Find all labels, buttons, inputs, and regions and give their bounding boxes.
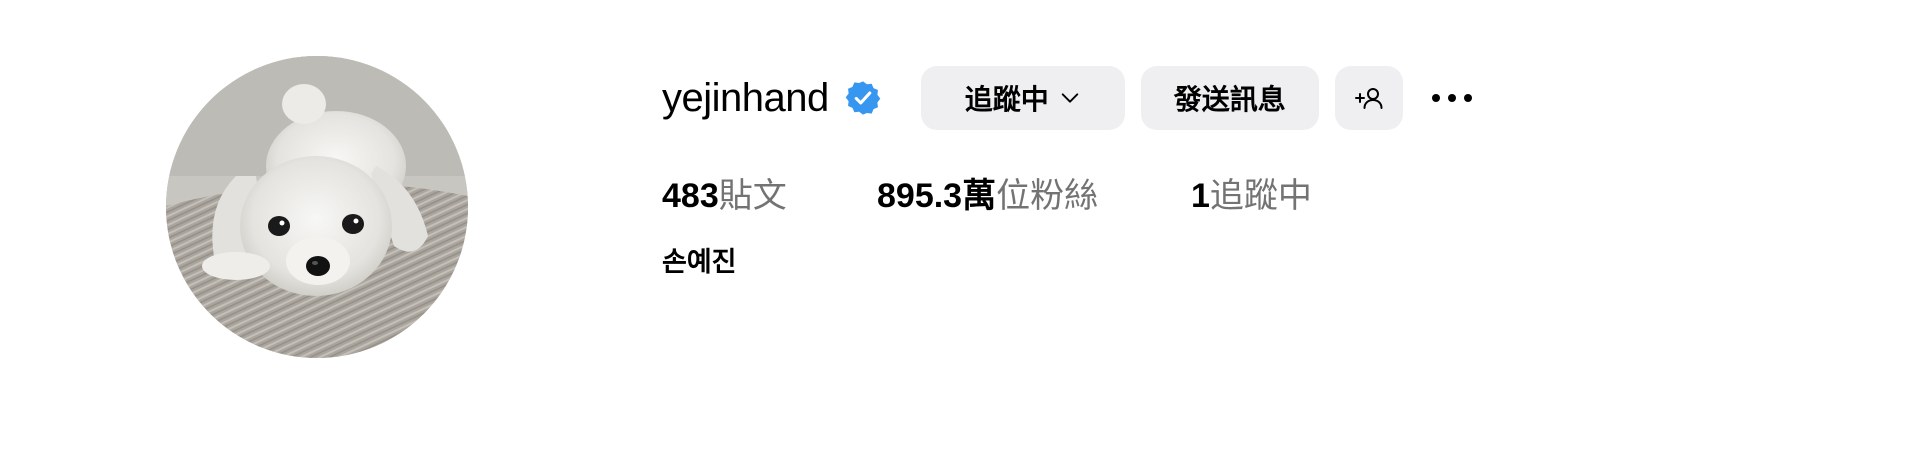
posts-count: 483 xyxy=(662,176,719,215)
profile-header-row: yejinhand 追蹤中 發送訊息 xyxy=(662,66,1475,130)
followers-count: 895.3萬 xyxy=(877,176,997,215)
profile-info: yejinhand 追蹤中 發送訊息 483 貼文 895.3萬 位粉絲 1 追… xyxy=(662,66,1475,279)
send-message-label: 發送訊息 xyxy=(1173,84,1286,115)
following-label: 追蹤中 xyxy=(1209,176,1312,215)
username: yejinhand xyxy=(662,76,829,120)
more-options-button[interactable] xyxy=(1429,66,1475,130)
person-plus-icon xyxy=(1354,88,1383,109)
following-count: 1 xyxy=(1191,176,1210,215)
posts-label: 貼文 xyxy=(718,176,787,215)
full-name: 손예진 xyxy=(662,247,737,277)
stat-followers[interactable]: 895.3萬 位粉絲 xyxy=(877,168,1191,217)
chevron-down-icon xyxy=(1061,93,1078,103)
stat-posts[interactable]: 483 貼文 xyxy=(662,168,877,217)
more-horizontal-icon xyxy=(1431,94,1472,102)
verified-badge-icon xyxy=(845,80,881,116)
send-message-button[interactable]: 發送訊息 xyxy=(1140,66,1319,130)
followers-label: 位粉絲 xyxy=(996,176,1099,215)
profile-avatar[interactable] xyxy=(166,56,468,358)
add-user-button[interactable] xyxy=(1334,66,1403,130)
following-button[interactable]: 追蹤中 xyxy=(920,66,1125,130)
avatar-image xyxy=(166,56,468,358)
stat-following[interactable]: 1 追蹤中 xyxy=(1191,168,1312,217)
following-button-label: 追蹤中 xyxy=(964,84,1049,115)
profile-stats: 483 貼文 895.3萬 位粉絲 1 追蹤中 xyxy=(662,168,1475,217)
